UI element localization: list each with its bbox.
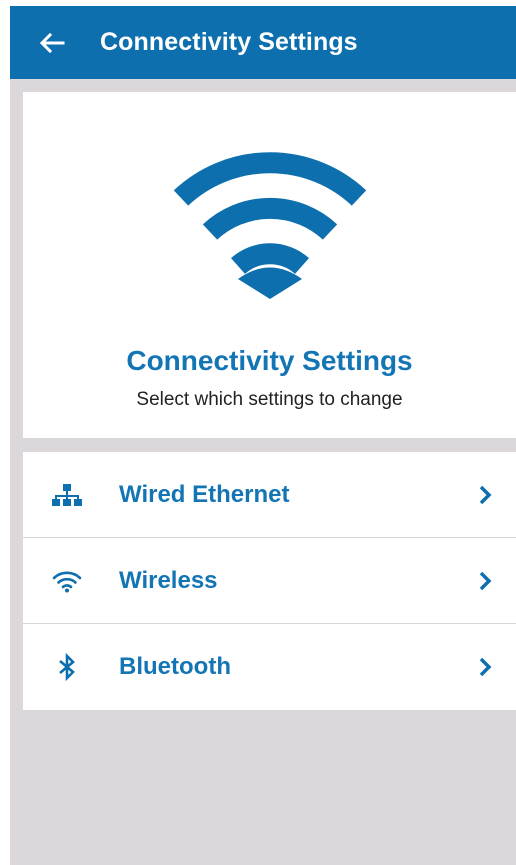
list-item-label: Wireless — [119, 566, 218, 594]
arrow-left-icon — [39, 32, 65, 53]
hero-subtitle: Select which settings to change — [136, 389, 403, 410]
list-item-label: Bluetooth — [119, 652, 231, 680]
back-button[interactable] — [24, 15, 80, 71]
hero-title: Connectivity Settings — [126, 345, 413, 376]
wifi-icon — [47, 561, 87, 601]
list-item-wireless[interactable]: Wireless — [23, 538, 516, 624]
chevron-right-icon — [475, 480, 495, 510]
app-bar: Connectivity Settings — [10, 6, 516, 79]
wifi-icon — [173, 152, 367, 299]
bluetooth-icon — [47, 647, 87, 687]
hero-card: Connectivity Settings Select which setti… — [23, 92, 516, 438]
list-item-label: Wired Ethernet — [119, 480, 290, 508]
chevron-right-icon — [475, 566, 495, 596]
chevron-right-icon — [475, 652, 495, 682]
list-item-wired-ethernet[interactable]: Wired Ethernet — [23, 452, 516, 538]
page-title: Connectivity Settings — [100, 28, 358, 56]
network-icon — [47, 475, 87, 515]
screen: Connectivity Settings Connectivity Setti… — [10, 6, 516, 865]
settings-list: Wired Ethernet Wireless Bluetooth — [23, 452, 516, 710]
list-item-bluetooth[interactable]: Bluetooth — [23, 624, 516, 709]
